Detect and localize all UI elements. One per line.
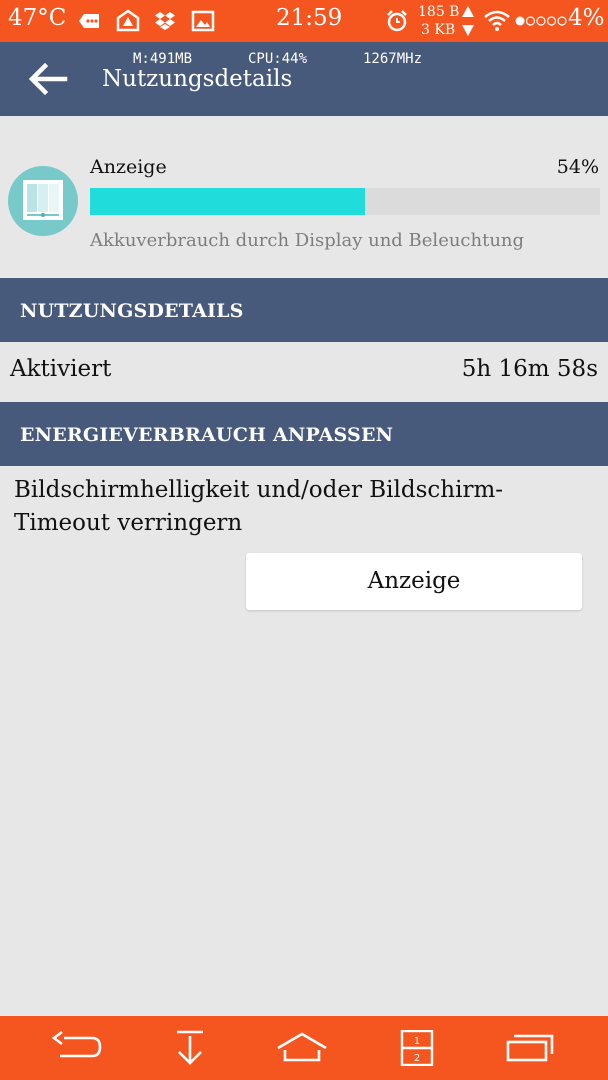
dropbox-icon [155, 12, 175, 30]
split-screen-icon[interactable]: 1 2 [391, 1030, 443, 1066]
activated-row: Aktiviert 5h 16m 58s [0, 342, 608, 402]
usage-label: Anzeige [90, 156, 167, 178]
net-up-speed: 185 B [418, 4, 460, 20]
activated-duration: 5h 16m 58s [461, 356, 598, 382]
usage-description: Akkuverbrauch durch Display und Beleucht… [90, 230, 525, 251]
clock: 21:59 [276, 5, 343, 31]
signal-icon [515, 16, 567, 26]
download-arrow-icon [462, 25, 474, 36]
recent-apps-icon[interactable] [504, 1030, 556, 1066]
svg-text:2: 2 [414, 1053, 420, 1064]
message-icon [79, 14, 99, 28]
display-icon [8, 166, 78, 236]
svg-text:1: 1 [414, 1036, 420, 1047]
section-header-adjust-consumption: ENERGIEVERBRAUCH ANPASSEN [0, 402, 608, 466]
battery-percent: 4% [568, 5, 605, 31]
page-title: Nutzungsdetails [102, 66, 293, 92]
display-settings-button[interactable]: Anzeige [246, 553, 582, 610]
cpu-readout: CPU:44% [248, 51, 308, 67]
usage-progress-bar [90, 188, 600, 215]
app-icon [116, 9, 140, 32]
download-icon[interactable] [164, 1030, 216, 1066]
net-down-speed: 3 KB [421, 22, 456, 38]
navigation-bar: 1 2 [0, 1016, 608, 1080]
arrow-left-icon[interactable] [28, 62, 68, 96]
section-header-usage-details: NUTZUNGSDETAILS [0, 278, 608, 342]
status-bar: 47°C 21:59 185 B 3 KB 4% [0, 0, 608, 42]
temperature: 47°C [8, 5, 67, 31]
wifi-icon [484, 10, 510, 31]
activated-label: Aktiviert [10, 356, 112, 382]
usage-percent: 54% [556, 156, 599, 178]
usage-summary: Anzeige 54% Akkuverbrauch durch Display … [0, 116, 608, 278]
image-icon [191, 10, 215, 32]
app-bar: M:491MB CPU:44% 1267MHz Nutzungsdetails [0, 42, 608, 116]
usage-progress-fill [90, 188, 366, 215]
power-saving-tip: Bildschirmhelligkeit und/oder Bildschirm… [14, 477, 504, 536]
upload-arrow-icon [462, 6, 474, 17]
alarm-icon [387, 10, 407, 32]
memory-readout: M:491MB [133, 51, 193, 67]
back-icon[interactable] [50, 1030, 102, 1066]
home-icon[interactable] [276, 1030, 328, 1066]
section-header-label: NUTZUNGSDETAILS [20, 300, 244, 322]
section-header-label: ENERGIEVERBRAUCH ANPASSEN [20, 424, 394, 446]
cpu-frequency-readout: 1267MHz [363, 51, 423, 67]
